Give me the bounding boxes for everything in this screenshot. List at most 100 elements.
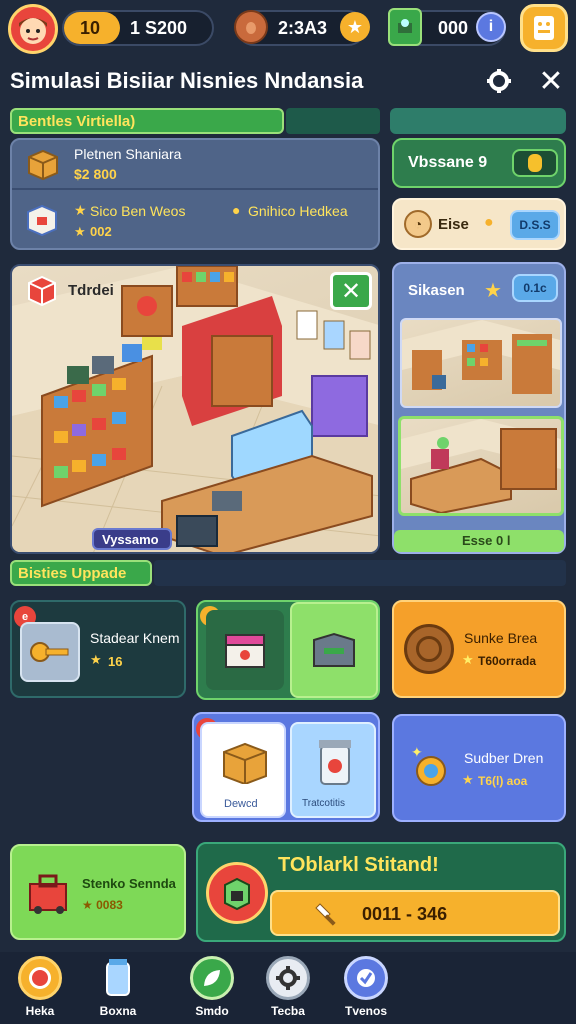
- item-row[interactable]: Pletnen Shaniara $2 800: [12, 140, 378, 190]
- item-row[interactable]: ★ Sico Ben Weos ● Gnihico Hedkea ★ 002: [12, 192, 378, 248]
- jar-icon: [96, 956, 140, 1000]
- star-icon[interactable]: ★: [340, 12, 370, 42]
- boost-card-label: Eise: [438, 216, 469, 233]
- item-list-panel: Pletnen Shaniara $2 800 ★ Sico Ben Weos …: [10, 138, 380, 250]
- upgrade-card[interactable]: ✦ Sudber Dren ★ T6(l) aoa: [392, 714, 566, 822]
- item-name: Sico Ben Weos: [90, 203, 186, 219]
- right-panel-button-label: 0.1c: [523, 281, 547, 295]
- star-icon: ★: [484, 280, 502, 302]
- top-bar: 10 1 S200 2:3A3 ★ 000 i: [0, 0, 576, 56]
- section-label: Bentles Virtiella): [18, 113, 136, 130]
- right-panel-bottom-label: Esse 0 l: [462, 533, 511, 548]
- level-card[interactable]: Vbssane 9: [392, 138, 566, 188]
- bottom-big-title: TOblarkl Stitand!: [278, 854, 439, 876]
- toolbox-icon: [22, 866, 76, 920]
- bottom-left-name: Stenko Sennda: [82, 876, 176, 891]
- right-panel-button[interactable]: 0.1c: [512, 274, 558, 302]
- star-icon: ★: [462, 772, 474, 787]
- room-thumbnail[interactable]: [398, 416, 564, 516]
- upgrade-card[interactable]: Sunke Brea ★ T60orrada: [392, 600, 566, 698]
- jar-icon: [319, 740, 351, 785]
- avatar[interactable]: [8, 4, 58, 54]
- boost-card[interactable]: ◔ Eise ● D.S.S: [392, 198, 566, 250]
- package-label: Dewcd: [224, 798, 258, 810]
- level-card-label: Vbssane 9: [408, 154, 488, 171]
- room-thumbnail-drawing: [402, 320, 560, 394]
- coin-button[interactable]: [512, 149, 558, 177]
- page-title: Simulasi Bisiiar Nisnies Nndansia: [10, 68, 364, 93]
- item-price: $2 800: [74, 166, 117, 182]
- container-label: Tratcotitis: [302, 798, 345, 809]
- nav-label: Tecba: [271, 1004, 305, 1018]
- bottom-big-card[interactable]: TOblarkl Stitand! 0011 - 346: [196, 842, 566, 942]
- bottom-left-card[interactable]: Stenko Sennda ★ 0083: [10, 844, 186, 940]
- xp-value: 1 S200: [130, 18, 188, 38]
- section-header-upgrade: Bisties Uppade: [10, 560, 152, 586]
- timer-value: 2:3A3: [278, 18, 328, 38]
- level-value: 10: [80, 18, 101, 38]
- item-name: Pletnen Shaniara: [74, 146, 182, 162]
- upgrade-value: T6(l) aoa: [478, 774, 528, 788]
- gift-box-icon: [206, 610, 284, 690]
- nav-item-tecba[interactable]: Tecba: [252, 956, 324, 1018]
- section-header-fill: [286, 108, 380, 134]
- package-icon: [223, 742, 267, 784]
- nav-item-boxna[interactable]: Boxna: [82, 956, 154, 1018]
- upgrade-value: T60orrada: [478, 654, 537, 668]
- gems-pill: 000 i: [388, 8, 506, 46]
- upgrade-card[interactable]: [196, 600, 380, 700]
- star-icon: ★: [90, 652, 102, 667]
- side-header-bar: [390, 108, 566, 134]
- slot-machine-icon: [206, 862, 268, 924]
- settings-gear-icon[interactable]: [484, 66, 514, 96]
- upgrade-card[interactable]: e Stadear Knem ★ 16: [10, 600, 186, 698]
- timer-pill: 2:3A3 ★: [234, 10, 370, 46]
- upgrade-name: Sudber Dren: [464, 750, 544, 766]
- nav-item-home[interactable]: Heka: [4, 956, 76, 1018]
- info-icon[interactable]: i: [476, 12, 506, 42]
- player-face-icon: [19, 18, 47, 44]
- document-icon: [534, 16, 554, 40]
- room-thumbnail[interactable]: [400, 318, 562, 408]
- nav-label: Boxna: [99, 1004, 137, 1018]
- bottom-progress-bar[interactable]: 0011 - 346: [270, 890, 560, 936]
- bottom-left-value: ★ 0083: [82, 898, 123, 912]
- item-extra: Gnihico Hedkea: [248, 203, 348, 219]
- star-icon: ★: [74, 202, 87, 218]
- coin-icon: ●: [484, 214, 494, 231]
- home-icon: [18, 956, 62, 1000]
- right-panel-bottom-bar[interactable]: Esse 0 l: [394, 530, 564, 552]
- scene-badge: Vyssamo: [92, 528, 172, 550]
- item-price: 002: [90, 224, 112, 239]
- store-scene[interactable]: Tdrdei ✕ Vyssamo: [10, 264, 380, 554]
- upgrade-value: 16: [108, 654, 123, 669]
- close-icon[interactable]: ✕: [536, 65, 566, 98]
- ring-icon: ✦: [406, 744, 454, 794]
- nav-label: Heka: [25, 1004, 55, 1018]
- gems-value: 000: [438, 18, 469, 38]
- bottom-big-value: 0011 - 346: [362, 904, 448, 924]
- nav-label: Smdo: [195, 1004, 229, 1018]
- package-option[interactable]: Dewcd: [200, 722, 286, 818]
- gear-icon: [266, 956, 310, 1000]
- store-floor-drawing: [12, 266, 378, 552]
- close-scene-button[interactable]: ✕: [330, 272, 372, 310]
- nav-item-tvenos[interactable]: Tvenos: [330, 956, 402, 1018]
- svg-text:✦: ✦: [411, 745, 423, 760]
- section-header-main: Bentles Virtiella): [10, 108, 284, 134]
- menu-button[interactable]: [520, 4, 568, 52]
- hammer-icon: [312, 898, 342, 928]
- level-xp-pill: 10 1 S200: [62, 10, 214, 46]
- scene-tag-label: Tdrdei: [68, 282, 114, 299]
- locker-icon: [290, 602, 378, 698]
- nav-item-smdo[interactable]: Smdo: [176, 956, 248, 1018]
- bottom-nav: Heka Boxna Smdo Tecba Tvenos: [0, 952, 576, 1024]
- room-thumbnail-drawing: [401, 419, 561, 513]
- container-option[interactable]: Tratcotitis: [290, 722, 376, 818]
- wood-log-icon: [404, 624, 454, 674]
- section-header-fill: [154, 560, 566, 586]
- nav-label: Tvenos: [344, 1004, 387, 1018]
- upgrade-card[interactable]: uu Dewcd Tratcotitis: [192, 712, 380, 822]
- boost-button[interactable]: D.S.S: [510, 210, 560, 240]
- leaf-icon: [190, 956, 234, 1000]
